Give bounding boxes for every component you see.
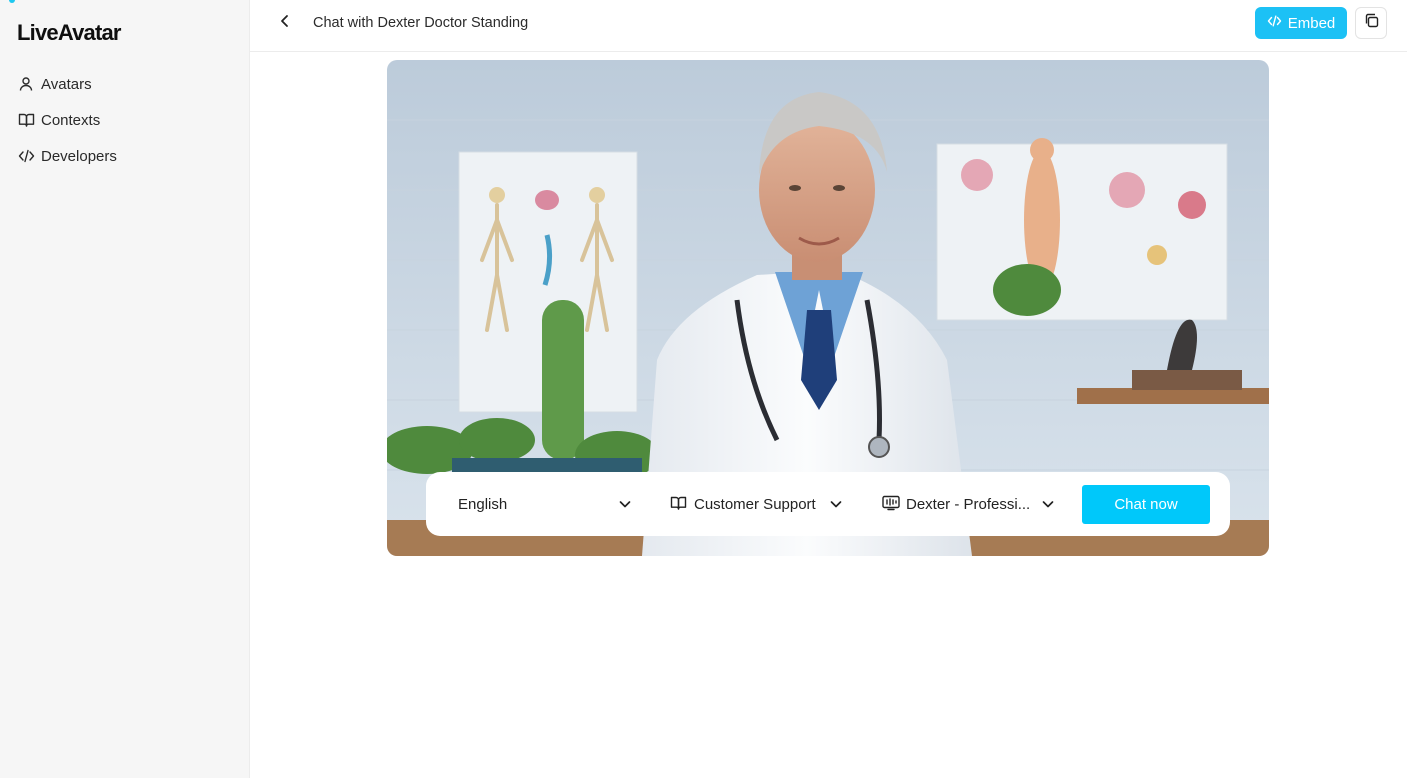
- copy-icon: [1364, 13, 1379, 33]
- context-select[interactable]: Customer Support: [670, 488, 843, 520]
- page-title: Chat with Dexter Doctor Standing: [313, 15, 529, 31]
- chevron-down-icon: [829, 497, 843, 511]
- chevron-down-icon: [618, 497, 632, 511]
- sidebar: LiveAvatar Avatars Contexts Developers: [0, 0, 250, 778]
- voice-waveform-icon: [882, 495, 900, 513]
- sidebar-item-avatars[interactable]: Avatars: [17, 66, 249, 102]
- voice-select[interactable]: Dexter - Professi...: [882, 488, 1055, 520]
- brand-name: LiveAvatar: [17, 20, 121, 45]
- sidebar-item-developers[interactable]: Developers: [17, 138, 249, 174]
- code-icon: [1267, 14, 1282, 32]
- sidebar-item-label: Developers: [41, 147, 117, 165]
- book-open-icon: [670, 495, 688, 513]
- book-open-icon: [17, 111, 35, 129]
- context-value: Customer Support: [694, 495, 816, 513]
- embed-button[interactable]: Embed: [1255, 7, 1347, 39]
- top-bar: Chat with Dexter Doctor Standing Embed: [250, 0, 1407, 52]
- user-icon: [17, 75, 35, 93]
- language-value: English: [458, 495, 508, 513]
- voice-value: Dexter - Professi...: [906, 495, 1031, 513]
- chevron-down-icon: [1041, 497, 1055, 511]
- sidebar-item-label: Contexts: [41, 111, 101, 129]
- chevron-left-icon: [278, 14, 292, 33]
- brand-logo[interactable]: LiveAvatar: [9, 0, 249, 46]
- copy-button[interactable]: [1355, 7, 1387, 39]
- embed-label: Embed: [1287, 14, 1336, 32]
- sidebar-item-contexts[interactable]: Contexts: [17, 102, 249, 138]
- chat-now-button[interactable]: Chat now: [1082, 485, 1210, 524]
- language-select[interactable]: English: [458, 488, 632, 520]
- code-icon: [17, 147, 35, 165]
- sidebar-item-label: Avatars: [41, 75, 92, 93]
- back-button[interactable]: [274, 12, 296, 34]
- chat-controls-bar: English Customer Support Dexter - Profes…: [426, 472, 1230, 536]
- brand-dot-icon: [9, 0, 15, 3]
- main-content: Chat with Dexter Doctor Standing Embed E…: [250, 0, 1407, 778]
